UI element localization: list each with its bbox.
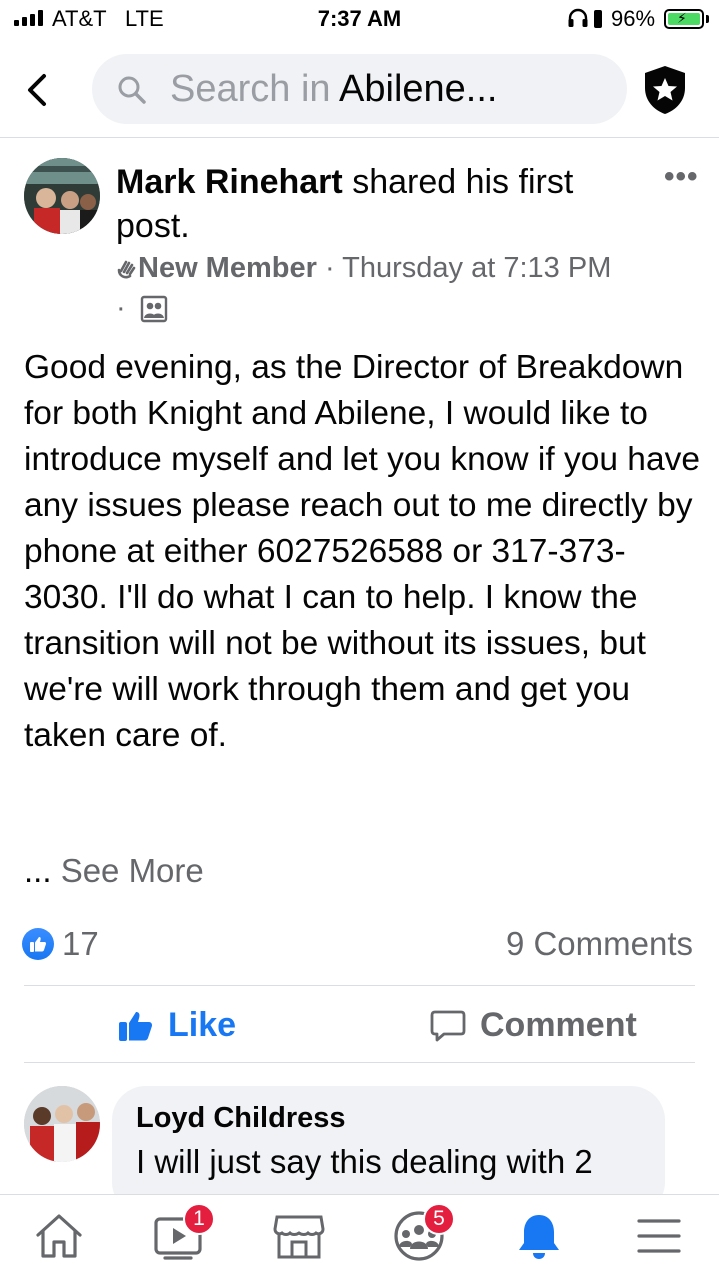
new-member-badge: New Member [138, 252, 317, 284]
battery-nub [706, 15, 709, 23]
home-icon [36, 1214, 82, 1258]
author-avatar[interactable] [24, 158, 100, 234]
like-button[interactable]: Like [118, 1006, 236, 1045]
meta-separator: · [116, 292, 126, 324]
divider [24, 1062, 695, 1063]
thumbs-up-icon [119, 1011, 153, 1041]
tab-notifications[interactable] [511, 1211, 567, 1261]
search-input[interactable]: Search in Abilene... [92, 54, 627, 124]
tab-marketplace[interactable] [271, 1211, 327, 1261]
battery-percent: 96% [611, 6, 656, 31]
tab-menu[interactable] [631, 1211, 687, 1261]
post-header-text: Mark Rinehart shared his first post. [116, 160, 616, 248]
comment-bubble-icon [430, 1010, 466, 1041]
headphones-icon [568, 8, 588, 27]
author-name[interactable]: Mark Rinehart [116, 163, 343, 201]
author-photo [24, 158, 100, 234]
more-options-icon[interactable]: ••• [664, 160, 699, 194]
search-text: Search in Abilene... [170, 68, 497, 111]
tab-watch[interactable]: 1 [151, 1203, 215, 1261]
chevron-left-icon[interactable] [22, 70, 52, 110]
admin-shield-icon[interactable] [641, 64, 689, 116]
tab-home[interactable] [31, 1211, 87, 1261]
see-more-link[interactable]: ... See More [24, 852, 204, 890]
post-body-text: Good evening, as the Director of Breakdo… [24, 349, 700, 754]
truncation-dots: ... [24, 852, 52, 889]
status-bar: AT&T LTE 7:37 AM 96% [0, 0, 719, 40]
search-placeholder: Search in [170, 68, 331, 110]
comment-button[interactable]: Comment [430, 1006, 637, 1045]
divider [24, 985, 695, 986]
rotation-lock-icon [594, 10, 602, 28]
post-timestamp[interactable]: Thursday at 7:13 PM [342, 252, 611, 284]
reactions-summary[interactable]: 17 [22, 925, 99, 963]
commenter-photo [24, 1086, 100, 1162]
commenter-avatar[interactable] [24, 1086, 100, 1162]
post-meta: New Member · Thursday at 7:13 PM · [116, 248, 616, 328]
marketplace-icon [273, 1215, 325, 1259]
reaction-count: 17 [62, 925, 99, 962]
wave-hand-icon [117, 260, 136, 279]
search-group-name: Abilene... [339, 68, 498, 110]
comments-count[interactable]: 9 Comments [506, 925, 693, 963]
comment-text: I will just say this dealing with 2 [136, 1143, 593, 1180]
groups-badge: 5 [423, 1203, 455, 1235]
group-audience-icon [140, 295, 167, 323]
thumbs-up-icon [30, 937, 47, 952]
like-reaction-icon [22, 928, 54, 960]
notifications-icon [519, 1215, 559, 1259]
search-header: Search in Abilene... [0, 44, 719, 138]
search-icon [118, 76, 146, 104]
menu-icon [637, 1219, 681, 1253]
tab-groups[interactable]: 5 [391, 1203, 455, 1261]
see-more-label: See More [60, 852, 204, 889]
meta-separator: · [324, 252, 335, 284]
like-label: Like [168, 1006, 237, 1044]
bottom-tab-bar: 1 5 [0, 1194, 719, 1280]
comment-label: Comment [480, 1006, 637, 1044]
watch-badge: 1 [183, 1203, 215, 1235]
battery-charging-icon [664, 9, 704, 29]
commenter-name[interactable]: Loyd Childress [136, 1102, 346, 1135]
